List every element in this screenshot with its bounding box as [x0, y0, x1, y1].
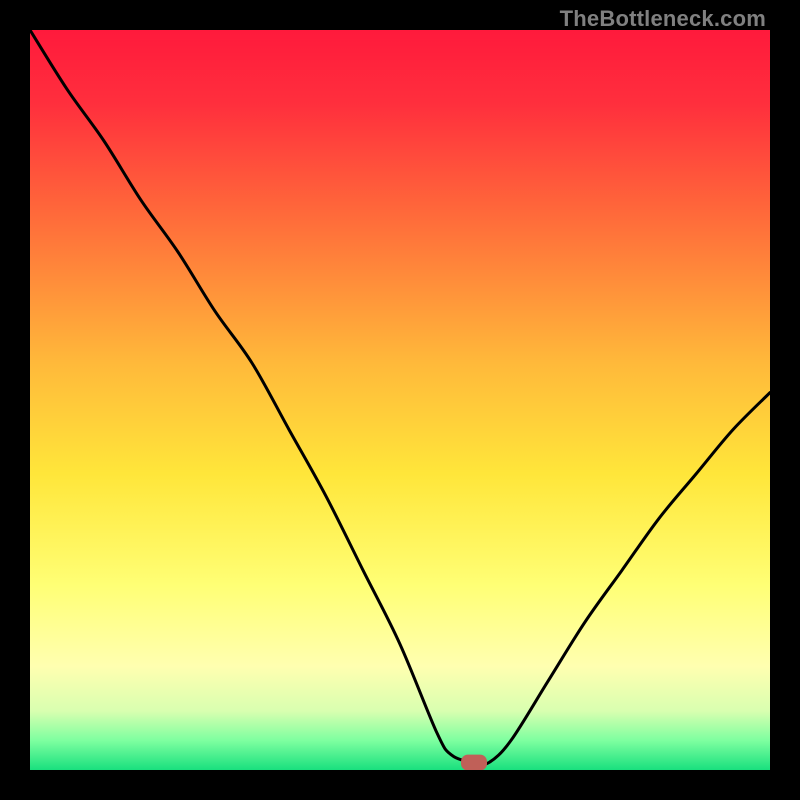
- gradient-background: [30, 30, 770, 770]
- watermark-text: TheBottleneck.com: [560, 6, 766, 32]
- plot-area: [30, 30, 770, 770]
- optimum-marker: [461, 755, 487, 770]
- bottleneck-chart: [30, 30, 770, 770]
- chart-frame: TheBottleneck.com: [0, 0, 800, 800]
